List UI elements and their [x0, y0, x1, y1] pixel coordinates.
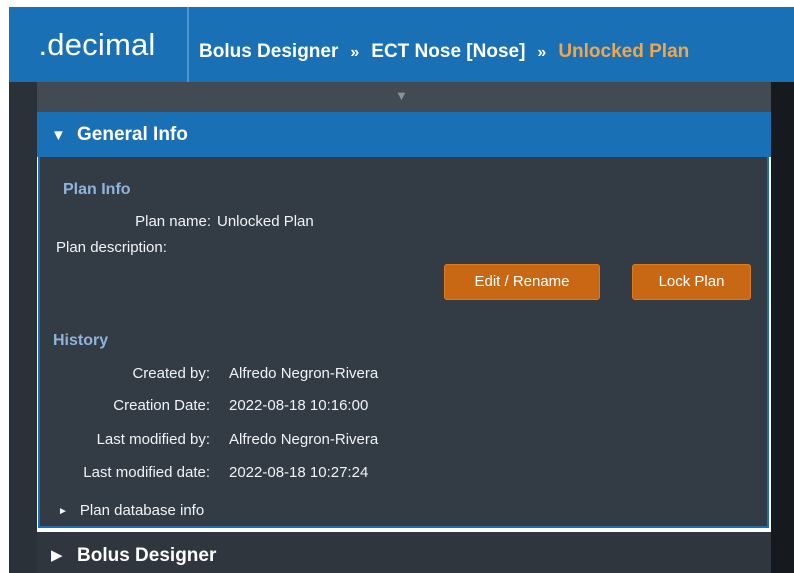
- breadcrumb: Bolus Designer » ECT Nose [Nose] » Unlocked …: [199, 7, 689, 82]
- general-info-title: General Info: [77, 124, 188, 145]
- last-modified-date-value: 2022-08-18 10:27:24: [229, 464, 369, 481]
- collapsed-triangle-icon: ►: [58, 506, 68, 517]
- creation-date-value: 2022-08-18 10:16:00: [229, 397, 369, 414]
- app-window: .decimal Bolus Designer » ECT Nose [Nose] »…: [0, 0, 794, 573]
- lock-plan-button[interactable]: Lock Plan: [632, 264, 751, 300]
- last-modified-by-label: Last modified by:: [96, 431, 210, 448]
- top-bar: .decimal Bolus Designer » ECT Nose [Nose] »…: [9, 7, 794, 82]
- plan-database-info-expander[interactable]: ► Plan database info: [58, 502, 204, 519]
- created-by-label: Created by:: [132, 365, 210, 382]
- plan-info-heading: Plan Info: [63, 181, 131, 198]
- collapsed-triangle-icon: ▶: [51, 547, 63, 564]
- breadcrumb-separator: »: [537, 44, 547, 61]
- created-by-value: Alfredo Negron-Rivera: [229, 365, 379, 382]
- collapse-arrow-icon[interactable]: ▼: [395, 88, 408, 103]
- last-modified-by-value: Alfredo Negron-Rivera: [229, 431, 379, 448]
- bolus-designer-title: Bolus Designer: [77, 545, 217, 566]
- plan-name-value: Unlocked Plan: [217, 213, 314, 230]
- logo-divider: [187, 7, 189, 82]
- plan-description-label: Plan description:: [56, 239, 167, 256]
- plan-database-info-label: Plan database info: [79, 502, 205, 519]
- history-heading: History: [53, 332, 109, 349]
- decimal-logo[interactable]: .decimal: [9, 7, 185, 82]
- creation-date-label: Creation Date:: [113, 397, 210, 414]
- edit-rename-button[interactable]: Edit / Rename: [444, 264, 600, 300]
- breadcrumb-bolus-designer[interactable]: Bolus Designer: [199, 41, 338, 62]
- expanded-triangle-icon: ▼: [51, 127, 66, 144]
- general-info-panel: Plan Info Plan name: Unlocked Plan Plan …: [38, 157, 769, 528]
- breadcrumb-unlocked-plan: Unlocked Plan: [558, 41, 690, 62]
- last-modified-date-label: Last modified date:: [83, 464, 210, 481]
- breadcrumb-ect-nose[interactable]: ECT Nose [Nose]: [371, 41, 525, 62]
- breadcrumb-separator: »: [350, 44, 360, 61]
- collapsed-panel-strip[interactable]: ▼: [37, 82, 771, 113]
- right-strip: [771, 82, 794, 573]
- left-gutter: [9, 82, 37, 573]
- bolus-designer-header[interactable]: ▶ Bolus Designer: [37, 532, 771, 573]
- plan-name-label: Plan name:: [135, 213, 211, 230]
- general-info-header[interactable]: ▼ General Info: [37, 112, 771, 157]
